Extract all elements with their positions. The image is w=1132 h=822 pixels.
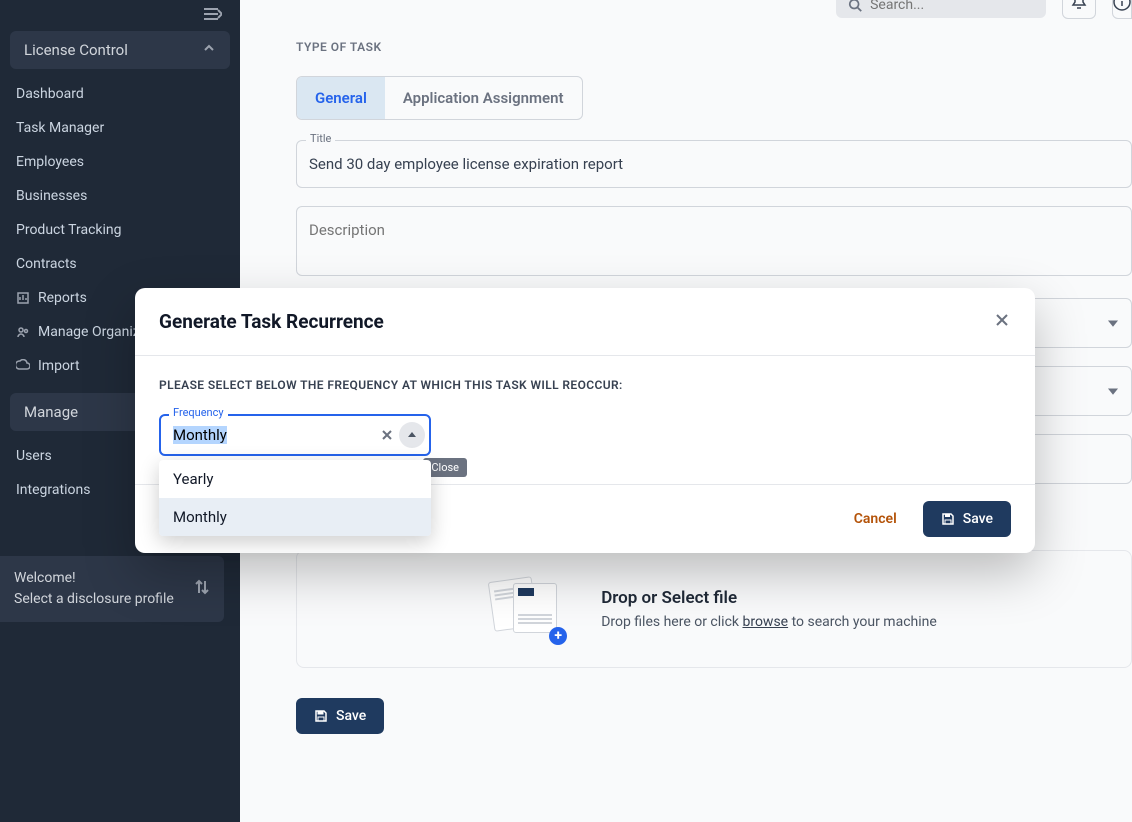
frequency-field: Frequency Close Yearly Monthly	[159, 414, 431, 456]
modal-header: Generate Task Recurrence	[135, 288, 1035, 356]
frequency-options-menu: Yearly Monthly	[159, 460, 431, 536]
caret-up-icon	[407, 430, 417, 440]
modal-cancel-button[interactable]: Cancel	[842, 503, 909, 535]
modal-title: Generate Task Recurrence	[159, 310, 384, 333]
recurrence-modal: Generate Task Recurrence PLEASE SELECT B…	[135, 288, 1035, 553]
frequency-clear-button[interactable]	[379, 427, 395, 443]
modal-body: PLEASE SELECT BELOW THE FREQUENCY AT WHI…	[135, 356, 1035, 484]
modal-save-button[interactable]: Save	[923, 501, 1011, 537]
frequency-dropdown-toggle[interactable]	[399, 422, 425, 448]
close-icon	[379, 427, 395, 443]
close-icon	[993, 311, 1011, 329]
save-icon	[941, 512, 955, 526]
modal-instruction: PLEASE SELECT BELOW THE FREQUENCY AT WHI…	[159, 378, 1011, 392]
frequency-option-yearly[interactable]: Yearly	[159, 460, 431, 498]
frequency-label: Frequency	[169, 406, 228, 419]
modal-close-button[interactable]	[993, 311, 1011, 333]
frequency-option-monthly[interactable]: Monthly	[159, 498, 431, 536]
